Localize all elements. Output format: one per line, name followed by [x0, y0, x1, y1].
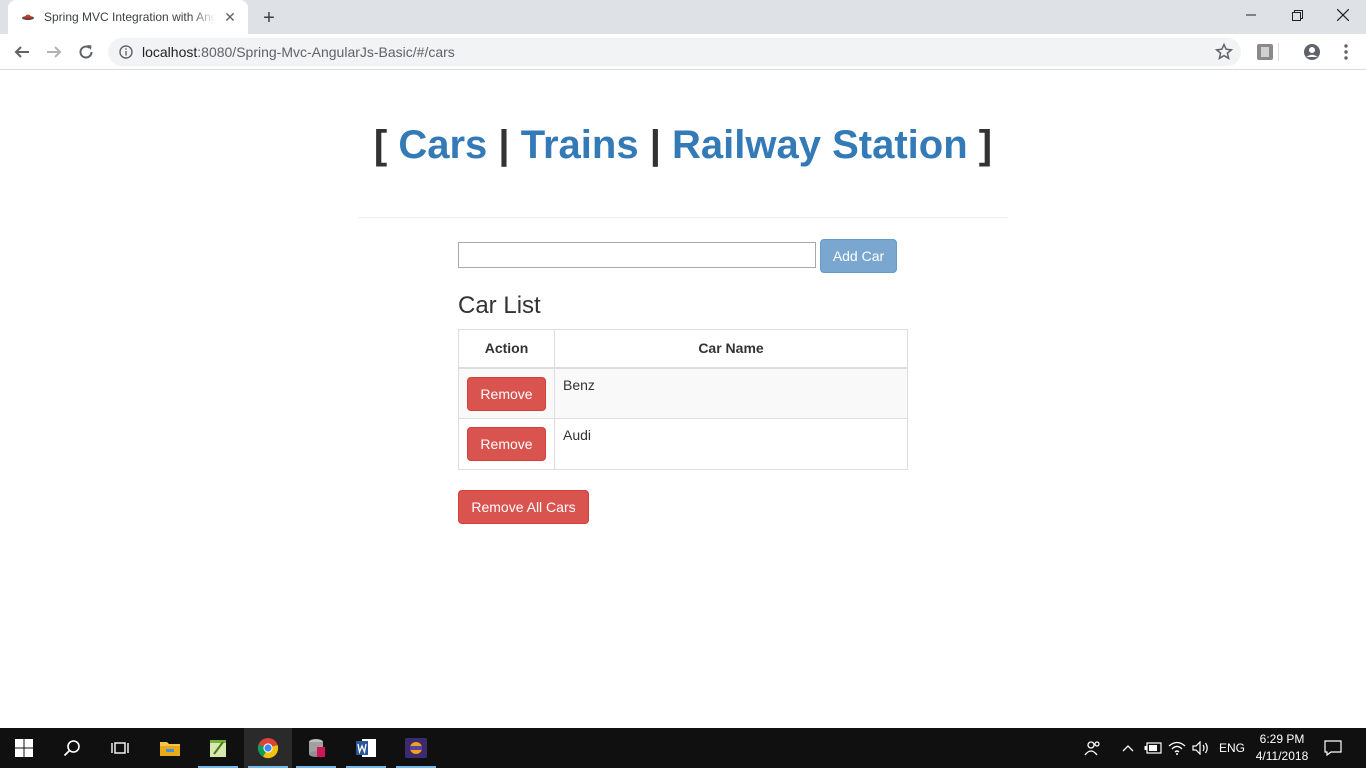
- profile-icon[interactable]: [1302, 42, 1322, 62]
- table-header-row: Action Car Name: [458, 329, 908, 369]
- toolbar-divider: [1278, 43, 1279, 61]
- database-app-icon[interactable]: [292, 728, 340, 768]
- file-explorer-icon[interactable]: [146, 728, 194, 768]
- battery-icon[interactable]: [1144, 728, 1162, 768]
- java-ee-ide-icon[interactable]: [392, 728, 440, 768]
- nav-open-bracket: [: [373, 123, 388, 167]
- url-text: localhost:8080/Spring-Mvc-AngularJs-Basi…: [142, 44, 455, 60]
- nav-close-bracket: ]: [978, 123, 993, 167]
- window-close-icon[interactable]: [1320, 0, 1366, 30]
- reload-icon[interactable]: [72, 38, 100, 66]
- system-clock[interactable]: 6:29 PM 4/11/2018: [1252, 731, 1312, 765]
- car-name-cell: Audi: [554, 418, 908, 470]
- forward-arrow-icon[interactable]: [40, 38, 68, 66]
- nav-separator: |: [649, 123, 661, 167]
- car-list-title: Car List: [458, 292, 541, 319]
- task-view-icon[interactable]: [96, 728, 144, 768]
- action-cell: Remove: [458, 418, 555, 470]
- car-name-input[interactable]: [458, 242, 816, 268]
- extension-icon[interactable]: [1255, 42, 1275, 62]
- taskbar: ENG 6:29 PM 4/11/2018: [0, 728, 1366, 768]
- wifi-icon[interactable]: [1168, 728, 1186, 768]
- address-bar[interactable]: localhost:8080/Spring-Mvc-AngularJs-Basi…: [108, 38, 1241, 66]
- table-row: Remove Audi: [458, 418, 908, 470]
- menu-dots-icon[interactable]: [1336, 42, 1356, 62]
- notepad-plus-plus-icon[interactable]: [194, 728, 242, 768]
- browser-tab[interactable]: Spring MVC Integration with AngularJS ✕: [8, 0, 248, 34]
- nav-heading: [ Cars | Trains | Railway Station ]: [0, 123, 1366, 168]
- remove-car-button[interactable]: Remove: [467, 376, 546, 411]
- clock-date: 4/11/2018: [1255, 749, 1309, 763]
- language-indicator[interactable]: ENG: [1219, 728, 1245, 768]
- divider: [358, 217, 1008, 218]
- volume-icon[interactable]: [1192, 728, 1210, 768]
- nav-separator: |: [498, 123, 510, 167]
- tab-title: Spring MVC Integration with AngularJS: [44, 10, 216, 24]
- add-car-button[interactable]: Add Car: [820, 239, 897, 273]
- page-content: [ Cars | Trains | Railway Station ] Add …: [0, 71, 1366, 728]
- notifications-icon[interactable]: [1324, 728, 1342, 768]
- search-icon[interactable]: [48, 728, 96, 768]
- browser-toolbar: localhost:8080/Spring-Mvc-AngularJs-Basi…: [0, 34, 1366, 70]
- table-row: Remove Benz: [458, 367, 908, 419]
- word-icon[interactable]: [342, 728, 390, 768]
- back-arrow-icon[interactable]: [8, 38, 36, 66]
- new-tab-button[interactable]: +: [258, 7, 280, 29]
- chevron-up-icon[interactable]: [1122, 728, 1134, 768]
- url-host: localhost: [142, 44, 198, 60]
- windows-start-icon[interactable]: [0, 728, 48, 768]
- car-table: Action Car Name Remove Benz Remove Audi: [458, 329, 908, 470]
- people-icon[interactable]: [1084, 728, 1102, 768]
- column-header-action: Action: [458, 329, 555, 369]
- favicon-icon: [20, 9, 36, 25]
- restore-icon[interactable]: [1274, 0, 1320, 30]
- clock-time: 6:29 PM: [1259, 732, 1305, 746]
- site-info-icon[interactable]: [118, 44, 134, 60]
- tab-close-icon[interactable]: ✕: [222, 9, 238, 25]
- remove-all-cars-button[interactable]: Remove All Cars: [458, 490, 589, 524]
- car-name-cell: Benz: [554, 367, 908, 419]
- browser-tabstrip: Spring MVC Integration with AngularJS ✕ …: [0, 0, 1366, 34]
- nav-link-railway-station[interactable]: Railway Station: [672, 123, 968, 167]
- minimize-icon[interactable]: [1228, 0, 1274, 30]
- nav-link-cars[interactable]: Cars: [398, 123, 487, 167]
- nav-link-trains[interactable]: Trains: [521, 123, 639, 167]
- bookmark-star-icon[interactable]: [1214, 42, 1234, 61]
- chrome-icon[interactable]: [244, 728, 292, 768]
- remove-car-button[interactable]: Remove: [467, 427, 546, 461]
- url-path: :8080/Spring-Mvc-AngularJs-Basic/#/cars: [197, 44, 455, 60]
- action-cell: Remove: [458, 367, 555, 419]
- column-header-car-name: Car Name: [554, 329, 908, 369]
